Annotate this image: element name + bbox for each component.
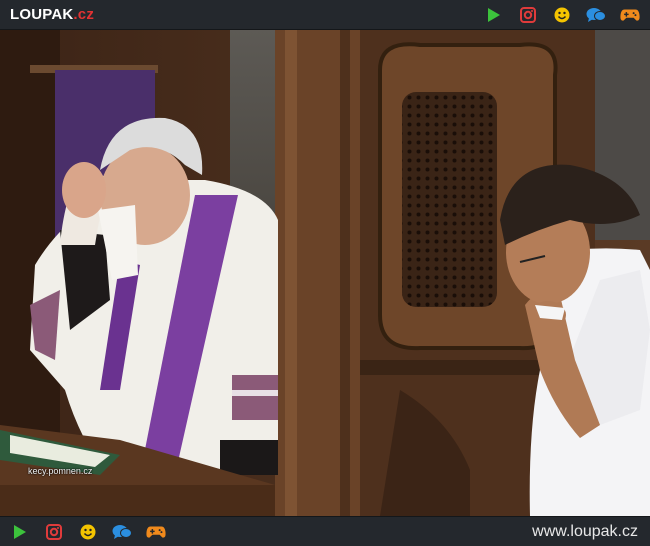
smiley-icon[interactable] [78,522,98,542]
site-url[interactable]: www.loupak.cz [532,523,638,541]
page: LOUPAK .cz kecy.pomnen.cz www.loupak.cz [0,0,650,546]
instagram-icon[interactable] [44,522,64,542]
top-icon-row [484,5,640,25]
site-logo[interactable]: LOUPAK .cz [10,6,94,23]
bottom-bar: www.loupak.cz [0,516,650,546]
bottom-icon-row [10,522,166,542]
gamepad-icon[interactable] [146,522,166,542]
top-bar: LOUPAK .cz [0,0,650,30]
gamepad-icon[interactable] [620,5,640,25]
play-icon[interactable] [484,5,504,25]
logo-tld: .cz [73,6,95,23]
photo-watermark: kecy.pomnen.cz [28,466,93,476]
photo: kecy.pomnen.cz [0,30,650,516]
chat-icon[interactable] [586,5,606,25]
chat-icon[interactable] [112,522,132,542]
logo-brand: LOUPAK [10,6,74,23]
priest-hand [62,162,106,218]
play-icon[interactable] [10,522,30,542]
photo-scene [0,30,650,516]
instagram-icon[interactable] [518,5,538,25]
confession-grille [402,92,497,307]
smiley-icon[interactable] [552,5,572,25]
